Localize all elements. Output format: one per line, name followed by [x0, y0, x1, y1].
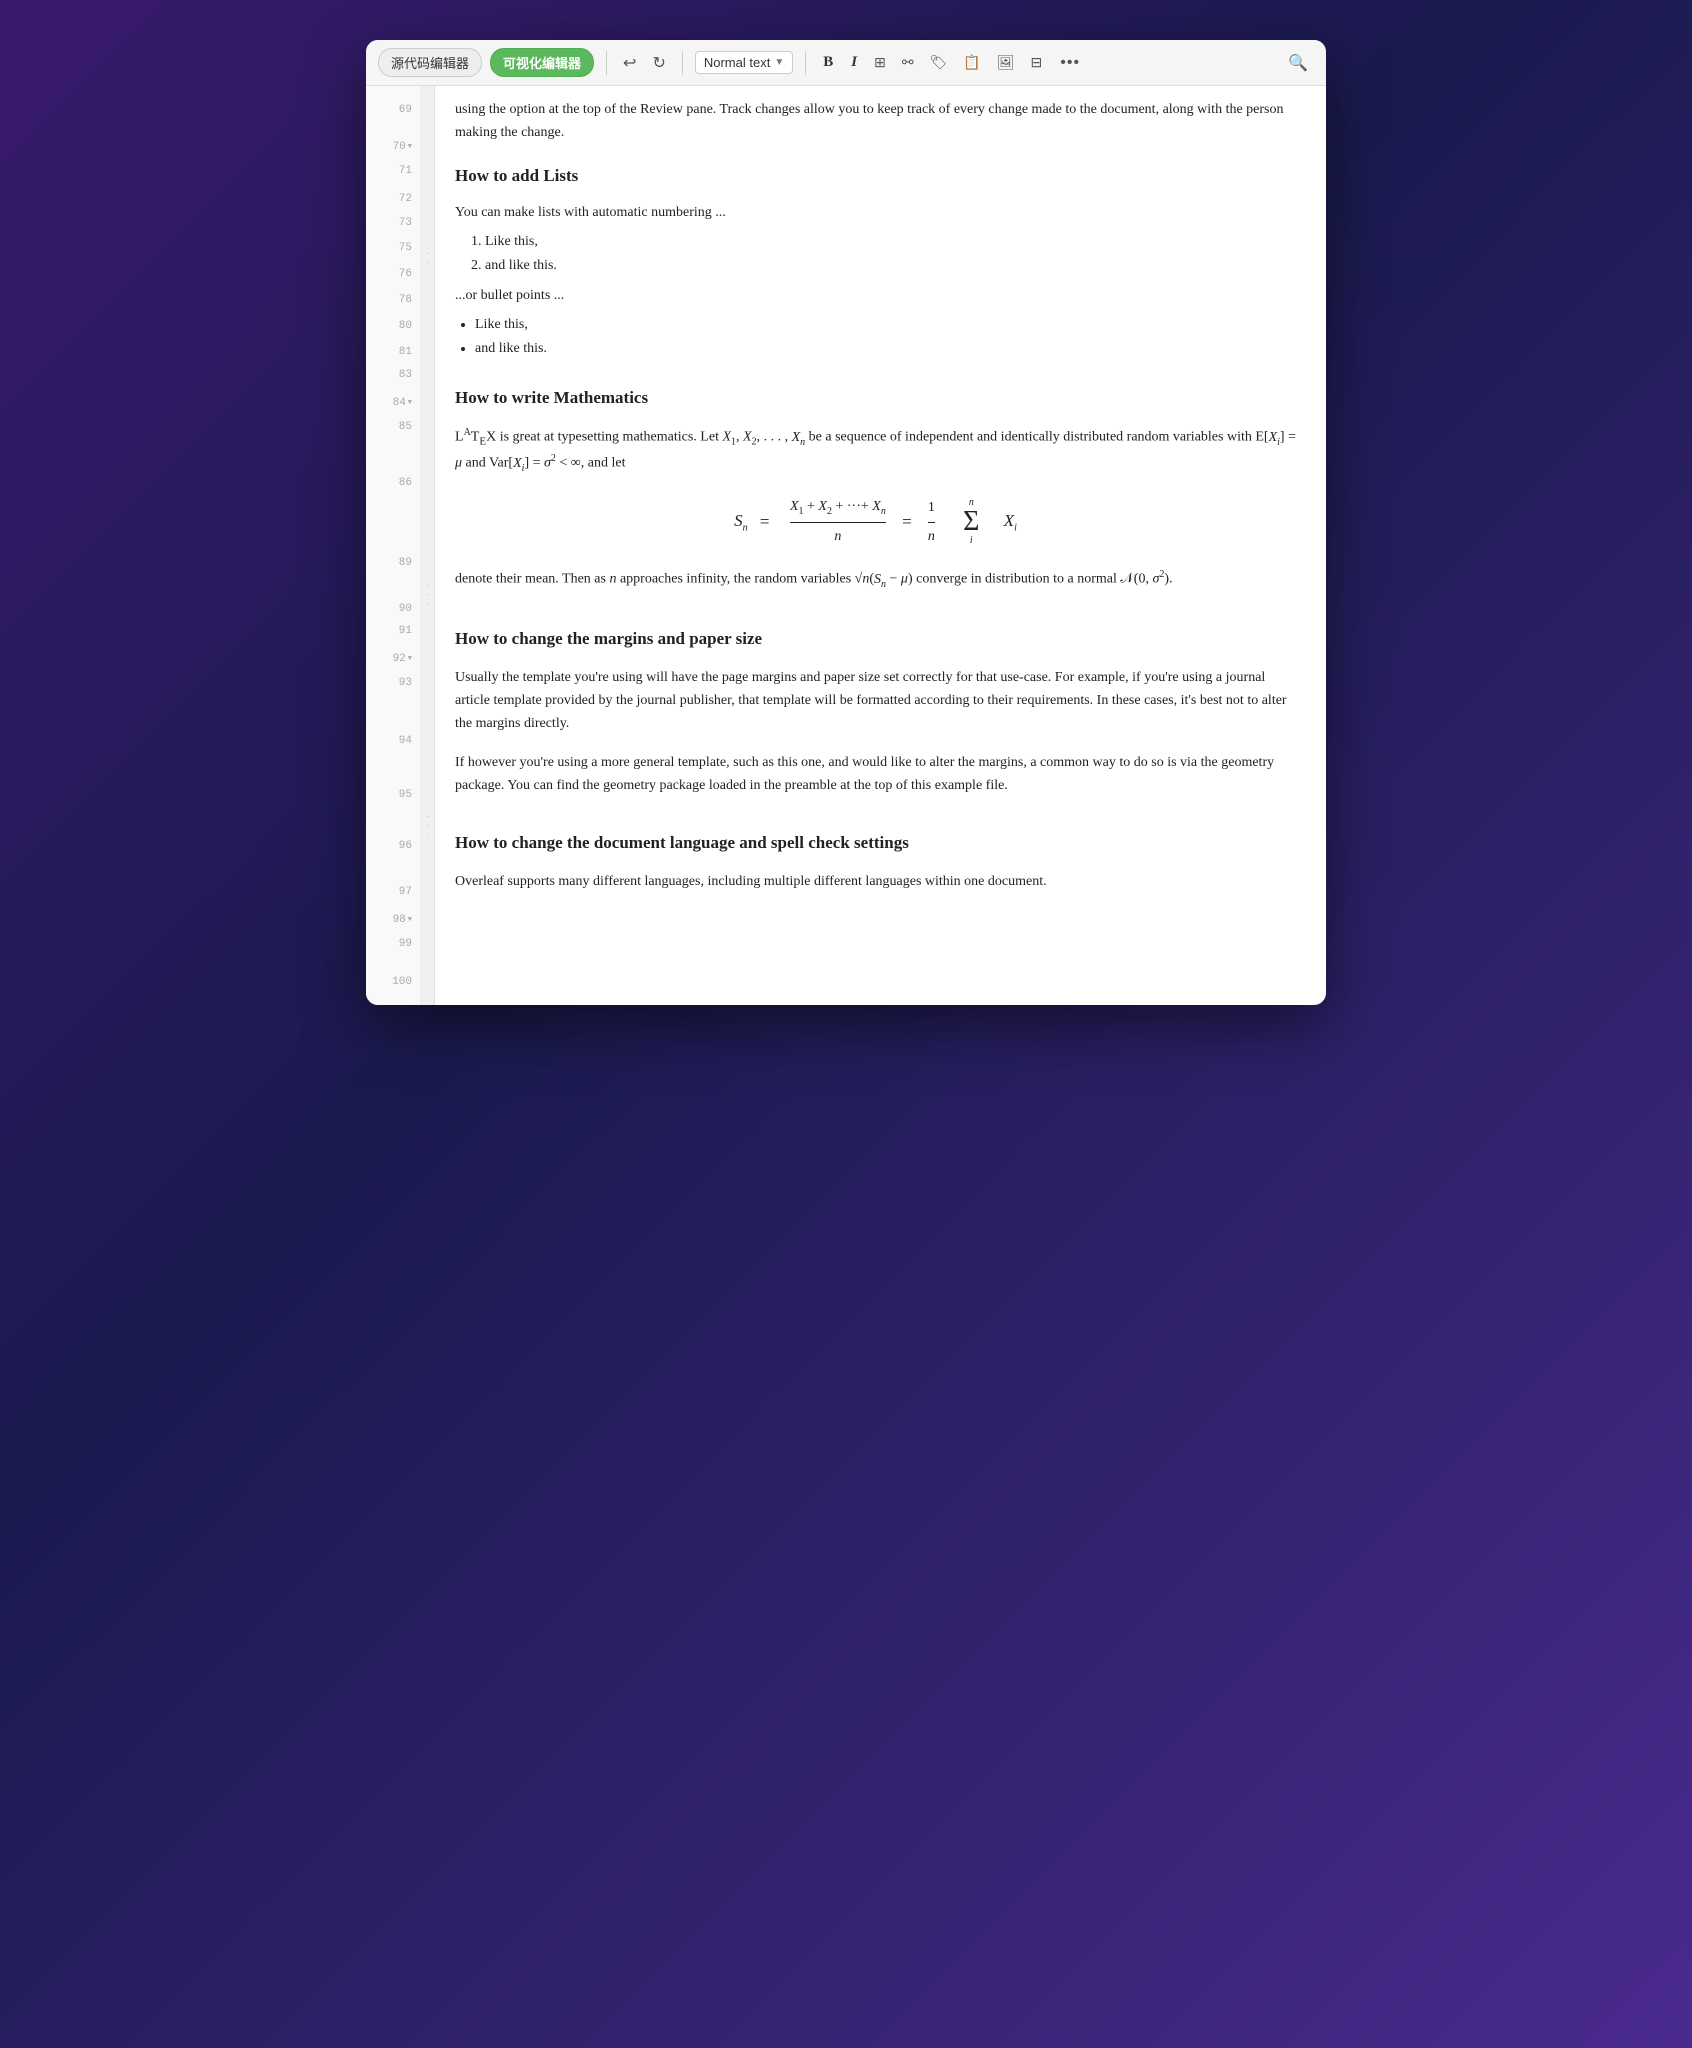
toolbar: 源代码编辑器 可视化编辑器 ↩ ↻ Normal text ▼ B I ⊞ ⚯ …	[366, 40, 1326, 86]
line-num-81: 81	[366, 338, 420, 364]
margins-para1: Usually the template you're using will h…	[455, 666, 1296, 735]
bullet-list: Like this, and like this.	[455, 313, 1296, 361]
line-num-72: 72	[366, 182, 420, 212]
line-num-95: 95	[366, 784, 420, 806]
intro-paragraph: using the option at the top of the Revie…	[455, 86, 1296, 152]
line-num-75: 75	[366, 234, 420, 260]
link-icon-button[interactable]: ⚯	[898, 52, 918, 73]
margins-para2: If however you're using a more general t…	[455, 751, 1296, 797]
line-num-96: 96	[366, 806, 420, 881]
fraction-numerator: X1 + X2 + ···+ Xn	[790, 495, 886, 523]
sigma-subscript: i	[970, 536, 973, 546]
line-num-97: 97	[366, 881, 420, 903]
line-num-76: 76	[366, 260, 420, 286]
line-num-90: 90	[366, 598, 420, 620]
math-formula-block: Sn = X1 + X2 + ···+ Xn n = 1 n n Σ	[455, 495, 1296, 549]
list-item: Like this,	[475, 313, 1296, 337]
style-dropdown[interactable]: Normal text ▼	[695, 51, 793, 74]
line-num-94: 94	[366, 694, 420, 784]
math-outro: denote their mean. Then as n approaches …	[455, 567, 1296, 593]
line-num-93: 93	[366, 672, 420, 694]
tag-icon-button[interactable]: 🏷	[926, 52, 952, 73]
line-num-91: 91	[366, 620, 420, 642]
more-options-button[interactable]: •••	[1054, 52, 1086, 74]
lists-intro: You can make lists with automatic number…	[455, 201, 1296, 224]
sigma-symbol: Σ	[963, 508, 979, 536]
fraction-denominator-2: n	[928, 523, 935, 549]
list-item: and like this.	[485, 254, 1296, 278]
content-area: using the option at the top of the Revie…	[435, 86, 1326, 1005]
style-label: Normal text	[704, 55, 770, 70]
fraction-right: 1 n	[928, 496, 935, 549]
line-num-84: 84	[366, 386, 420, 416]
toolbar-separator-2	[682, 51, 683, 75]
italic-button[interactable]: I	[846, 52, 862, 73]
line-num-85: 85	[366, 416, 420, 438]
image-icon-button[interactable]: 🖼	[993, 52, 1019, 73]
sigma-container: n Σ i	[963, 498, 979, 546]
math-intro: LATEX is great at typesetting mathematic…	[455, 425, 1296, 477]
chevron-down-icon: ▼	[774, 57, 784, 68]
line-num-80: 80	[366, 312, 420, 338]
section-language-heading: How to change the document language and …	[455, 829, 1296, 858]
line-num-78: 78	[366, 286, 420, 312]
fraction-left: X1 + X2 + ···+ Xn n	[790, 495, 886, 549]
list-item: Like this,	[485, 230, 1296, 254]
section-margins-heading: How to change the margins and paper size	[455, 625, 1296, 654]
line-numbers: 69 70 71 72 73 75 76 78 80 81 83 84 85 8…	[366, 86, 421, 1005]
section-math-heading: How to write Mathematics	[455, 384, 1296, 413]
collapse-icon: · · ·	[423, 248, 433, 280]
tab-source[interactable]: 源代码编辑器	[378, 48, 482, 77]
toolbar-separator-3	[805, 51, 806, 75]
line-num-92: 92	[366, 642, 420, 672]
line-num-99: 99	[366, 933, 420, 955]
toolbar-separator-1	[606, 51, 607, 75]
line-num-69: 69	[366, 86, 420, 130]
editor-body: 69 70 71 72 73 75 76 78 80 81 83 84 85 8…	[366, 86, 1326, 1005]
search-button[interactable]: 🔍	[1282, 51, 1314, 75]
language-para1: Overleaf supports many different languag…	[455, 870, 1296, 893]
collapse-handle[interactable]: · · · · · · · · ·	[421, 86, 435, 1005]
line-num-100: 100	[366, 955, 420, 1005]
tab-visual[interactable]: 可视化编辑器	[490, 48, 594, 77]
fraction-denominator: n	[834, 523, 841, 549]
line-num-71: 71	[366, 160, 420, 182]
bullet-intro: ...or bullet points ...	[455, 284, 1296, 307]
undo-button[interactable]: ↩	[619, 51, 640, 75]
redo-button[interactable]: ↻	[648, 51, 669, 75]
line-num-73: 73	[366, 212, 420, 234]
table-icon-button[interactable]: ⊟	[1027, 52, 1047, 73]
clipboard-icon-button[interactable]: 📋	[959, 52, 984, 73]
line-num-89: 89	[366, 523, 420, 598]
ordered-list: Like this, and like this.	[455, 230, 1296, 278]
editor-window: 源代码编辑器 可视化编辑器 ↩ ↻ Normal text ▼ B I ⊞ ⚯ …	[366, 40, 1326, 1005]
line-num-86: 86	[366, 438, 420, 523]
line-num-70: 70	[366, 130, 420, 160]
bold-button[interactable]: B	[818, 52, 838, 73]
collapse-icon-3: · · ·	[423, 811, 433, 843]
fraction-numerator-2: 1	[928, 496, 935, 523]
line-num-98: 98	[366, 903, 420, 933]
line-num-83: 83	[366, 364, 420, 386]
list-item: and like this.	[475, 337, 1296, 361]
section-lists-heading: How to add Lists	[455, 162, 1296, 191]
math-formula: Sn = X1 + X2 + ···+ Xn n = 1 n n Σ	[734, 495, 1017, 549]
grid-icon-button[interactable]: ⊞	[870, 52, 890, 73]
collapse-icon-2: · · ·	[423, 580, 433, 612]
